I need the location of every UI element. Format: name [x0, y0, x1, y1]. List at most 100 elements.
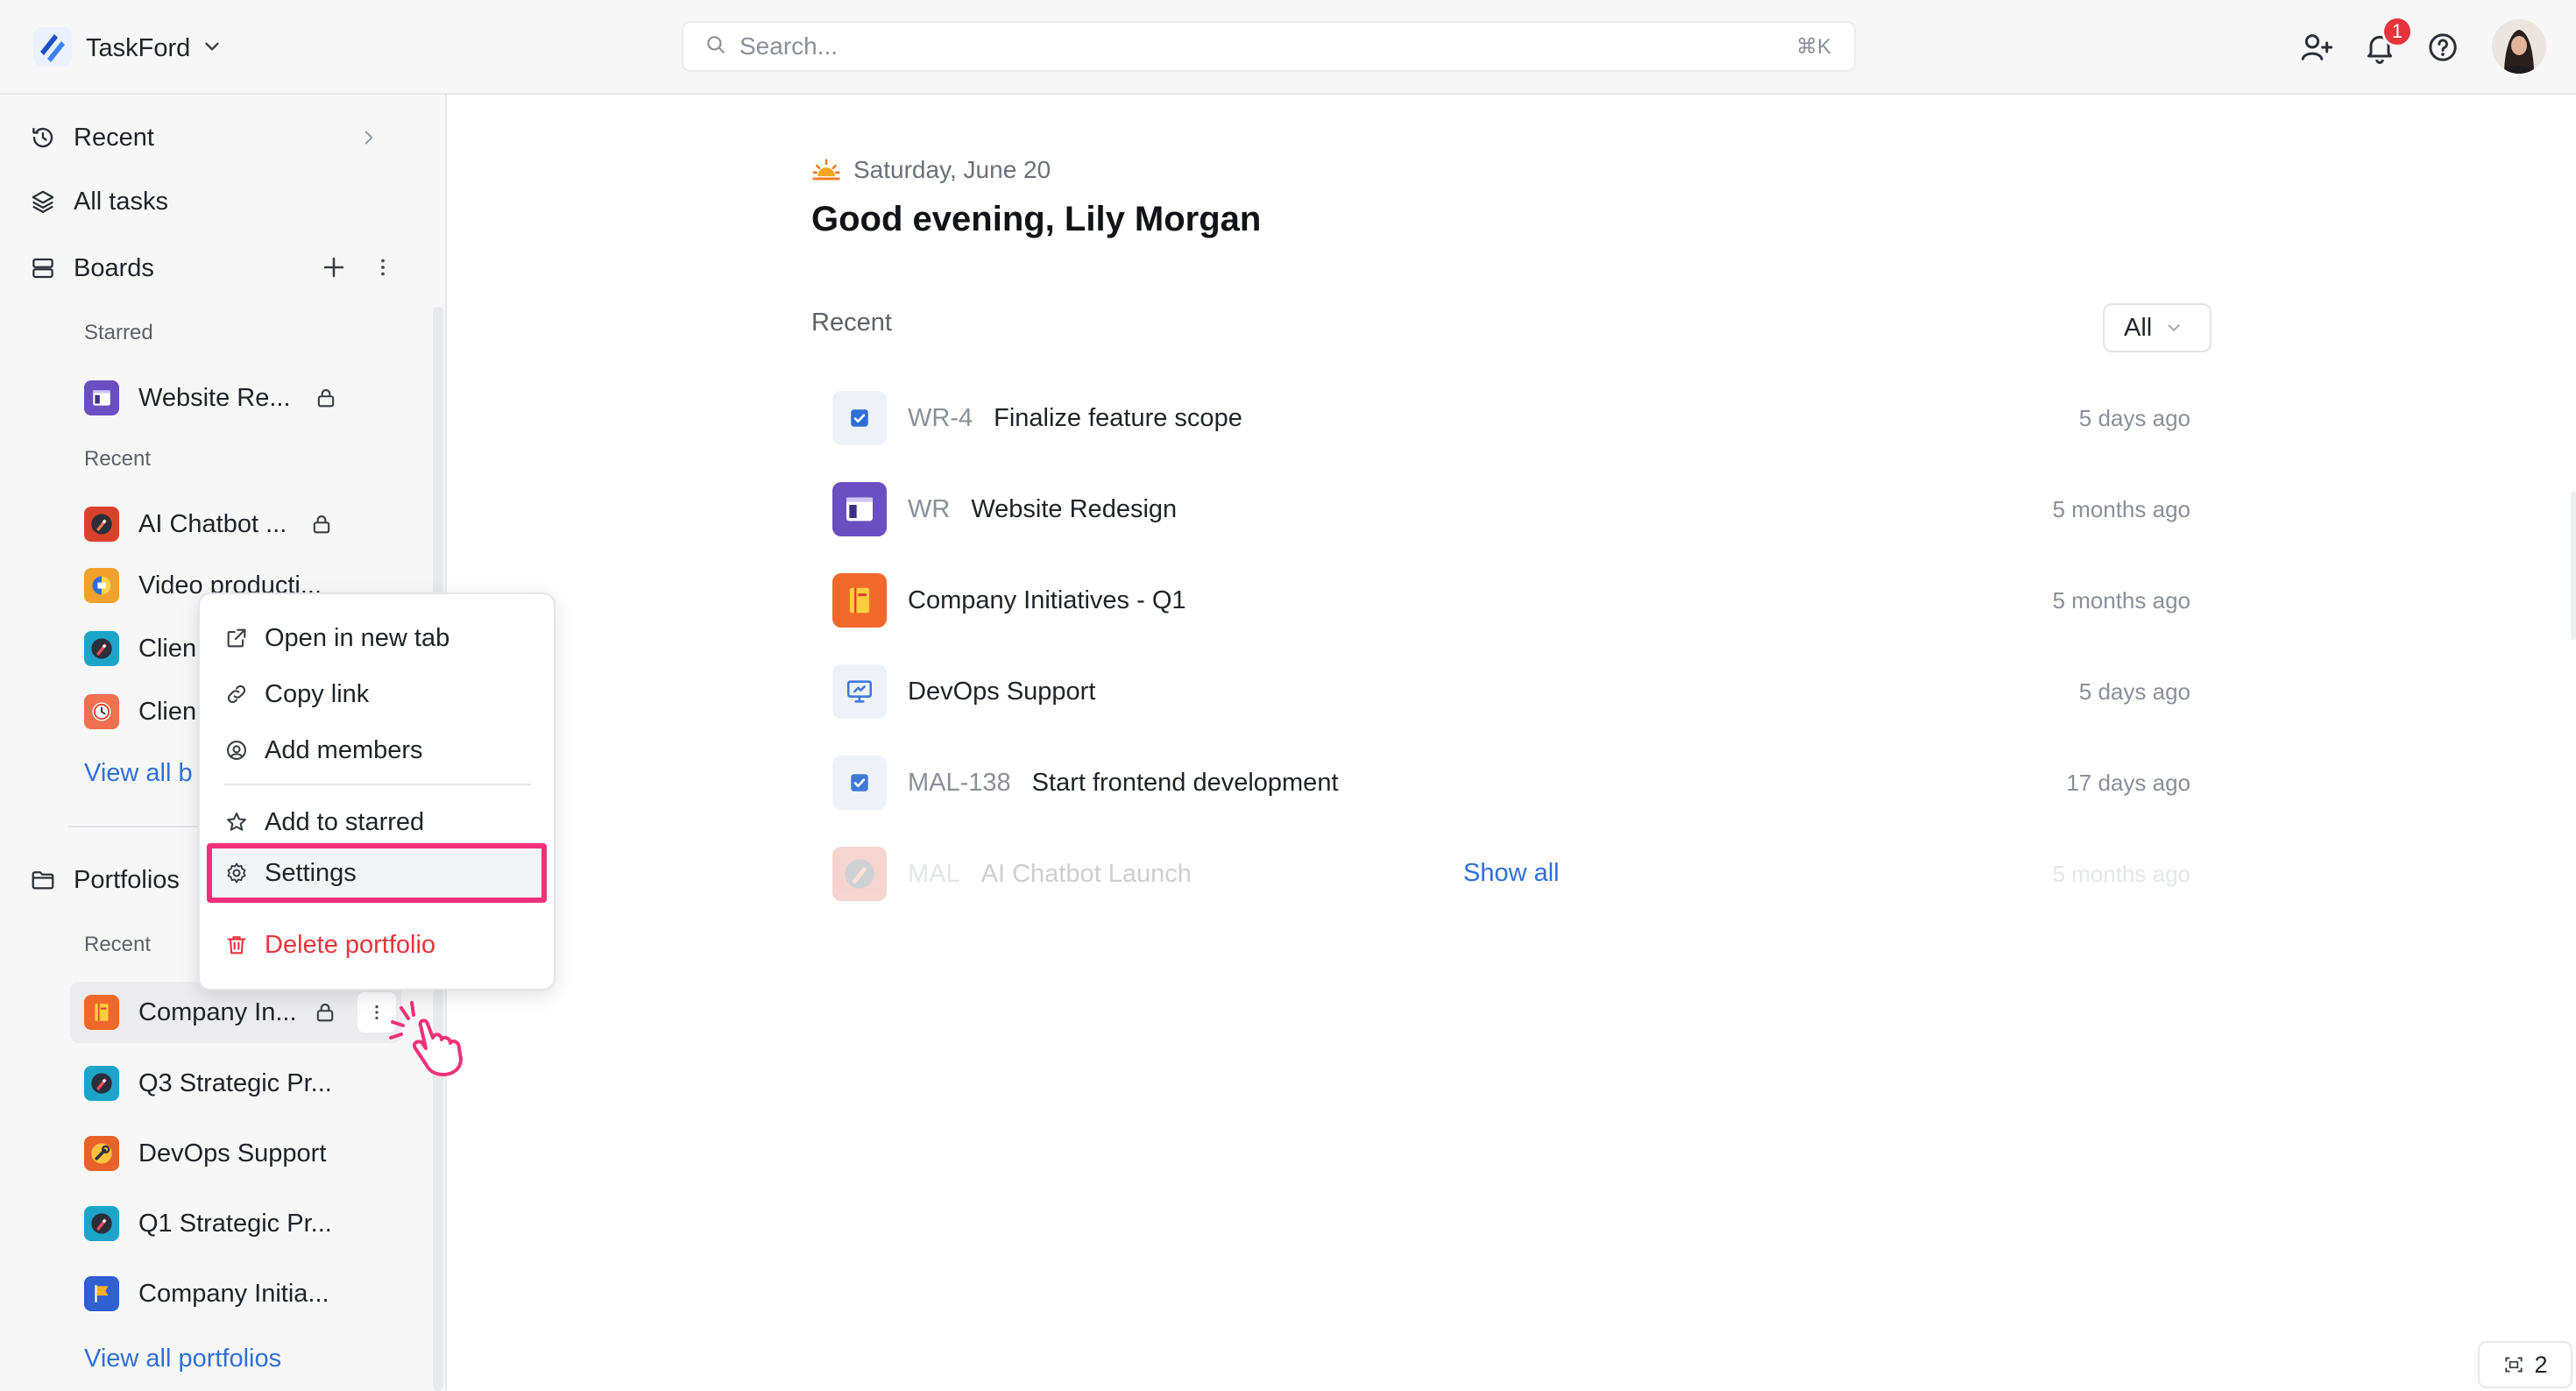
menu-divider	[224, 784, 531, 785]
portfolio-context-menu: Open in new tab Copy link Add members Ad…	[198, 593, 556, 990]
row-time: 17 days ago	[2066, 769, 2190, 796]
task-checkbox-icon	[832, 756, 887, 810]
clock-icon	[84, 694, 119, 729]
flag-icon	[84, 1276, 119, 1311]
menu-item-label: Delete portfolio	[265, 930, 436, 959]
boards-starred-label: Starred	[84, 321, 153, 344]
board-item-client-2[interactable]: Clien	[84, 692, 196, 731]
recent-section-label: Recent	[811, 309, 892, 337]
menu-item-label: Copy link	[265, 679, 370, 708]
rocket-icon	[832, 847, 887, 901]
date-row: Saturday, June 20	[811, 153, 1051, 188]
menu-item-delete-portfolio[interactable]: Delete portfolio	[224, 922, 435, 968]
portfolio-item-label: Q3 Strategic Pr...	[138, 1068, 332, 1097]
panel-counter[interactable]: 2	[2478, 1341, 2572, 1388]
view-all-boards-link[interactable]: View all b	[84, 759, 193, 788]
rocket-icon	[84, 507, 119, 542]
sidebar-item-label: All tasks	[74, 187, 168, 216]
notification-badge: 1	[2381, 16, 2413, 47]
cursor-pointer-icon	[386, 999, 473, 1082]
row-title: DevOps Support	[908, 677, 1096, 706]
boards-recent-label: Recent	[84, 447, 152, 471]
layers-icon	[32, 190, 54, 213]
menu-item-open-new-tab[interactable]: Open in new tab	[224, 615, 449, 661]
recent-row-website-redesign[interactable]: WR Website Redesign 5 months ago	[832, 480, 2190, 538]
external-link-icon	[227, 628, 246, 648]
sidebar-item-recent[interactable]: Recent	[30, 116, 398, 160]
gear-icon	[227, 862, 246, 884]
row-title: Start frontend development	[1031, 768, 1339, 797]
search-bar[interactable]: Search... ⌘K	[682, 21, 1856, 72]
rocket-icon	[84, 1066, 119, 1101]
portfolio-item-company-initiatives-2[interactable]: Company Initia...	[84, 1274, 329, 1313]
row-time: 5 months ago	[2052, 860, 2190, 887]
row-time: 5 months ago	[2052, 586, 2190, 614]
board-item-ai-chatbot[interactable]: AI Chatbot ...	[84, 505, 334, 543]
sidebar-item-all-tasks[interactable]: All tasks	[30, 180, 168, 224]
filter-value: All	[2124, 313, 2153, 342]
recent-row-devops-support[interactable]: DevOps Support 5 days ago	[832, 663, 2190, 720]
presentation-icon	[832, 664, 887, 719]
menu-item-copy-link[interactable]: Copy link	[224, 671, 369, 717]
menu-item-add-members[interactable]: Add members	[224, 727, 423, 773]
show-all-link[interactable]: Show all	[1463, 859, 1560, 888]
boards-more-icon[interactable]	[372, 254, 394, 285]
board-icon	[32, 258, 53, 279]
row-time: 5 days ago	[2078, 678, 2190, 705]
view-all-portfolios-link[interactable]: View all portfolios	[84, 1345, 281, 1373]
sidebar-item-portfolios[interactable]: Portfolios	[30, 858, 180, 902]
sidebar-item-boards[interactable]: Boards	[30, 246, 154, 290]
chevron-down-icon	[201, 35, 223, 62]
recent-row-company-initiatives[interactable]: Company Initiatives - Q1 5 months ago	[832, 571, 2190, 629]
row-time: 5 days ago	[2078, 404, 2190, 431]
lock-icon	[314, 515, 330, 534]
board-item-label: AI Chatbot ...	[138, 509, 287, 538]
row-code: WR	[908, 494, 951, 523]
menu-item-add-to-starred[interactable]: Add to starred	[224, 799, 424, 845]
recent-row-wr-4[interactable]: WR-4 Finalize feature scope 5 days ago	[832, 389, 2190, 447]
portfolio-item-label: DevOps Support	[138, 1139, 327, 1167]
avatar[interactable]	[2492, 19, 2546, 74]
frame-icon	[2505, 1357, 2523, 1373]
board-icon	[832, 482, 887, 536]
chevron-right-icon	[364, 131, 373, 145]
recent-filter-select[interactable]: All	[2103, 303, 2212, 352]
more-vertical-icon	[375, 1004, 379, 1020]
portfolio-item-devops-support[interactable]: DevOps Support	[84, 1134, 326, 1173]
search-shortcut: ⌘K	[1795, 35, 1831, 59]
add-board-icon[interactable]	[319, 252, 349, 287]
portfolio-item-company-initiatives[interactable]: Company In...	[84, 993, 337, 1032]
search-icon	[704, 33, 727, 60]
search-input[interactable]: Search...	[740, 32, 838, 60]
rocket-icon	[84, 1206, 119, 1241]
portfolio-item-label: Q1 Strategic Pr...	[138, 1209, 332, 1238]
portfolio-item-label: Company In...	[138, 997, 297, 1026]
sidebar-item-label: Recent	[74, 123, 154, 152]
workspace-name: TaskFord	[86, 33, 191, 62]
task-checkbox-icon	[832, 391, 887, 445]
help-icon[interactable]	[2425, 30, 2460, 65]
board-item-website-redesign[interactable]: Website Re...	[84, 379, 338, 417]
lock-icon	[317, 388, 334, 408]
board-item-client-1[interactable]: Clien	[84, 629, 196, 668]
greeting-title: Good evening, Lily Morgan	[811, 200, 1262, 238]
at-icon	[227, 741, 246, 760]
recent-row-mal-138[interactable]: MAL-138 Start frontend development 17 da…	[832, 754, 2190, 812]
menu-item-settings[interactable]: Settings	[224, 850, 357, 896]
menu-item-label: Add to starred	[265, 807, 425, 836]
invite-user-icon[interactable]	[2299, 30, 2334, 65]
row-code: MAL	[908, 859, 960, 888]
portfolio-item-q1-strategic[interactable]: Q1 Strategic Pr...	[84, 1204, 332, 1243]
board-item-label: Website Re...	[138, 383, 291, 412]
video-icon	[84, 568, 119, 603]
notebook-icon	[84, 995, 119, 1030]
wrench-icon	[84, 1136, 119, 1171]
row-title: AI Chatbot Launch	[980, 859, 1192, 888]
sidebar-item-label: Boards	[74, 253, 154, 282]
portfolios-recent-label: Recent	[84, 933, 152, 956]
board-item-label: Clien	[138, 634, 197, 663]
workspace-switcher[interactable]: TaskFord	[32, 26, 223, 70]
portfolio-item-q3-strategic[interactable]: Q3 Strategic Pr...	[84, 1064, 332, 1103]
menu-item-label: Open in new tab	[265, 623, 450, 652]
row-code: WR-4	[908, 403, 973, 432]
